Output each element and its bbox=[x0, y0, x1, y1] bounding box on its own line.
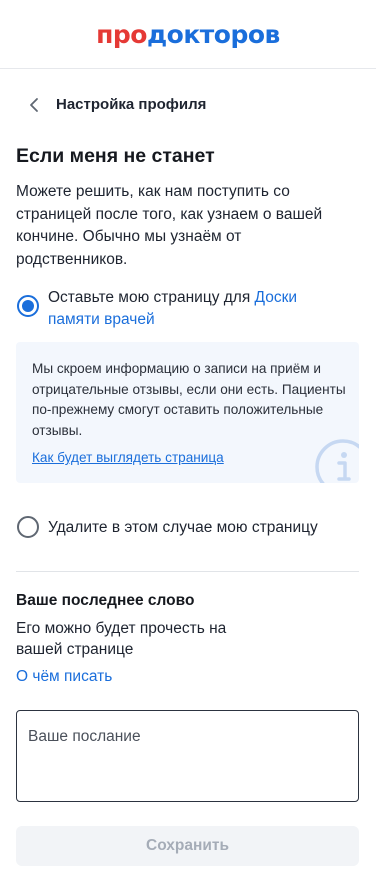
info-icon bbox=[313, 437, 359, 483]
logo-part-blue: докторов bbox=[146, 20, 280, 49]
option-delete-page-label[interactable]: Удалите в этом случае мою страницу bbox=[48, 517, 318, 539]
what-to-write-link[interactable]: О чём писать bbox=[16, 666, 112, 687]
chevron-left-icon[interactable] bbox=[24, 95, 44, 115]
last-word-heading: Ваше последнее слово bbox=[16, 592, 195, 609]
logo-part-red: про bbox=[96, 20, 147, 49]
prodoktorov-logo[interactable]: продокторов bbox=[0, 19, 376, 51]
page-title: Настройка профиля bbox=[56, 96, 207, 113]
info-box: Мы скроем информацию о записи на приём и… bbox=[16, 342, 359, 483]
option-keep-page-text: Оставьте мою страницу для bbox=[48, 289, 255, 306]
info-text: Мы скроем информацию о записи на приём и… bbox=[32, 361, 346, 438]
app-header: продокторов bbox=[0, 0, 376, 69]
radio-delete-page[interactable] bbox=[17, 516, 39, 538]
page-preview-link[interactable]: Как будет выглядеть страница bbox=[32, 448, 224, 468]
option-keep-page-label[interactable]: Оставьте мою страницу для Доски памяти в… bbox=[48, 287, 348, 331]
radio-keep-page[interactable] bbox=[17, 295, 39, 317]
message-input[interactable] bbox=[16, 710, 359, 802]
section-heading: Если меня не станет bbox=[16, 145, 215, 167]
intro-text: Можете решить, как нам поступить со стра… bbox=[16, 183, 323, 268]
profile-settings-bar: Настройка профиля bbox=[0, 86, 376, 124]
save-button[interactable]: Сохранить bbox=[16, 826, 359, 866]
last-word-subtitle: Его можно будет прочесть на вашей страни… bbox=[16, 620, 227, 658]
divider bbox=[16, 571, 359, 572]
